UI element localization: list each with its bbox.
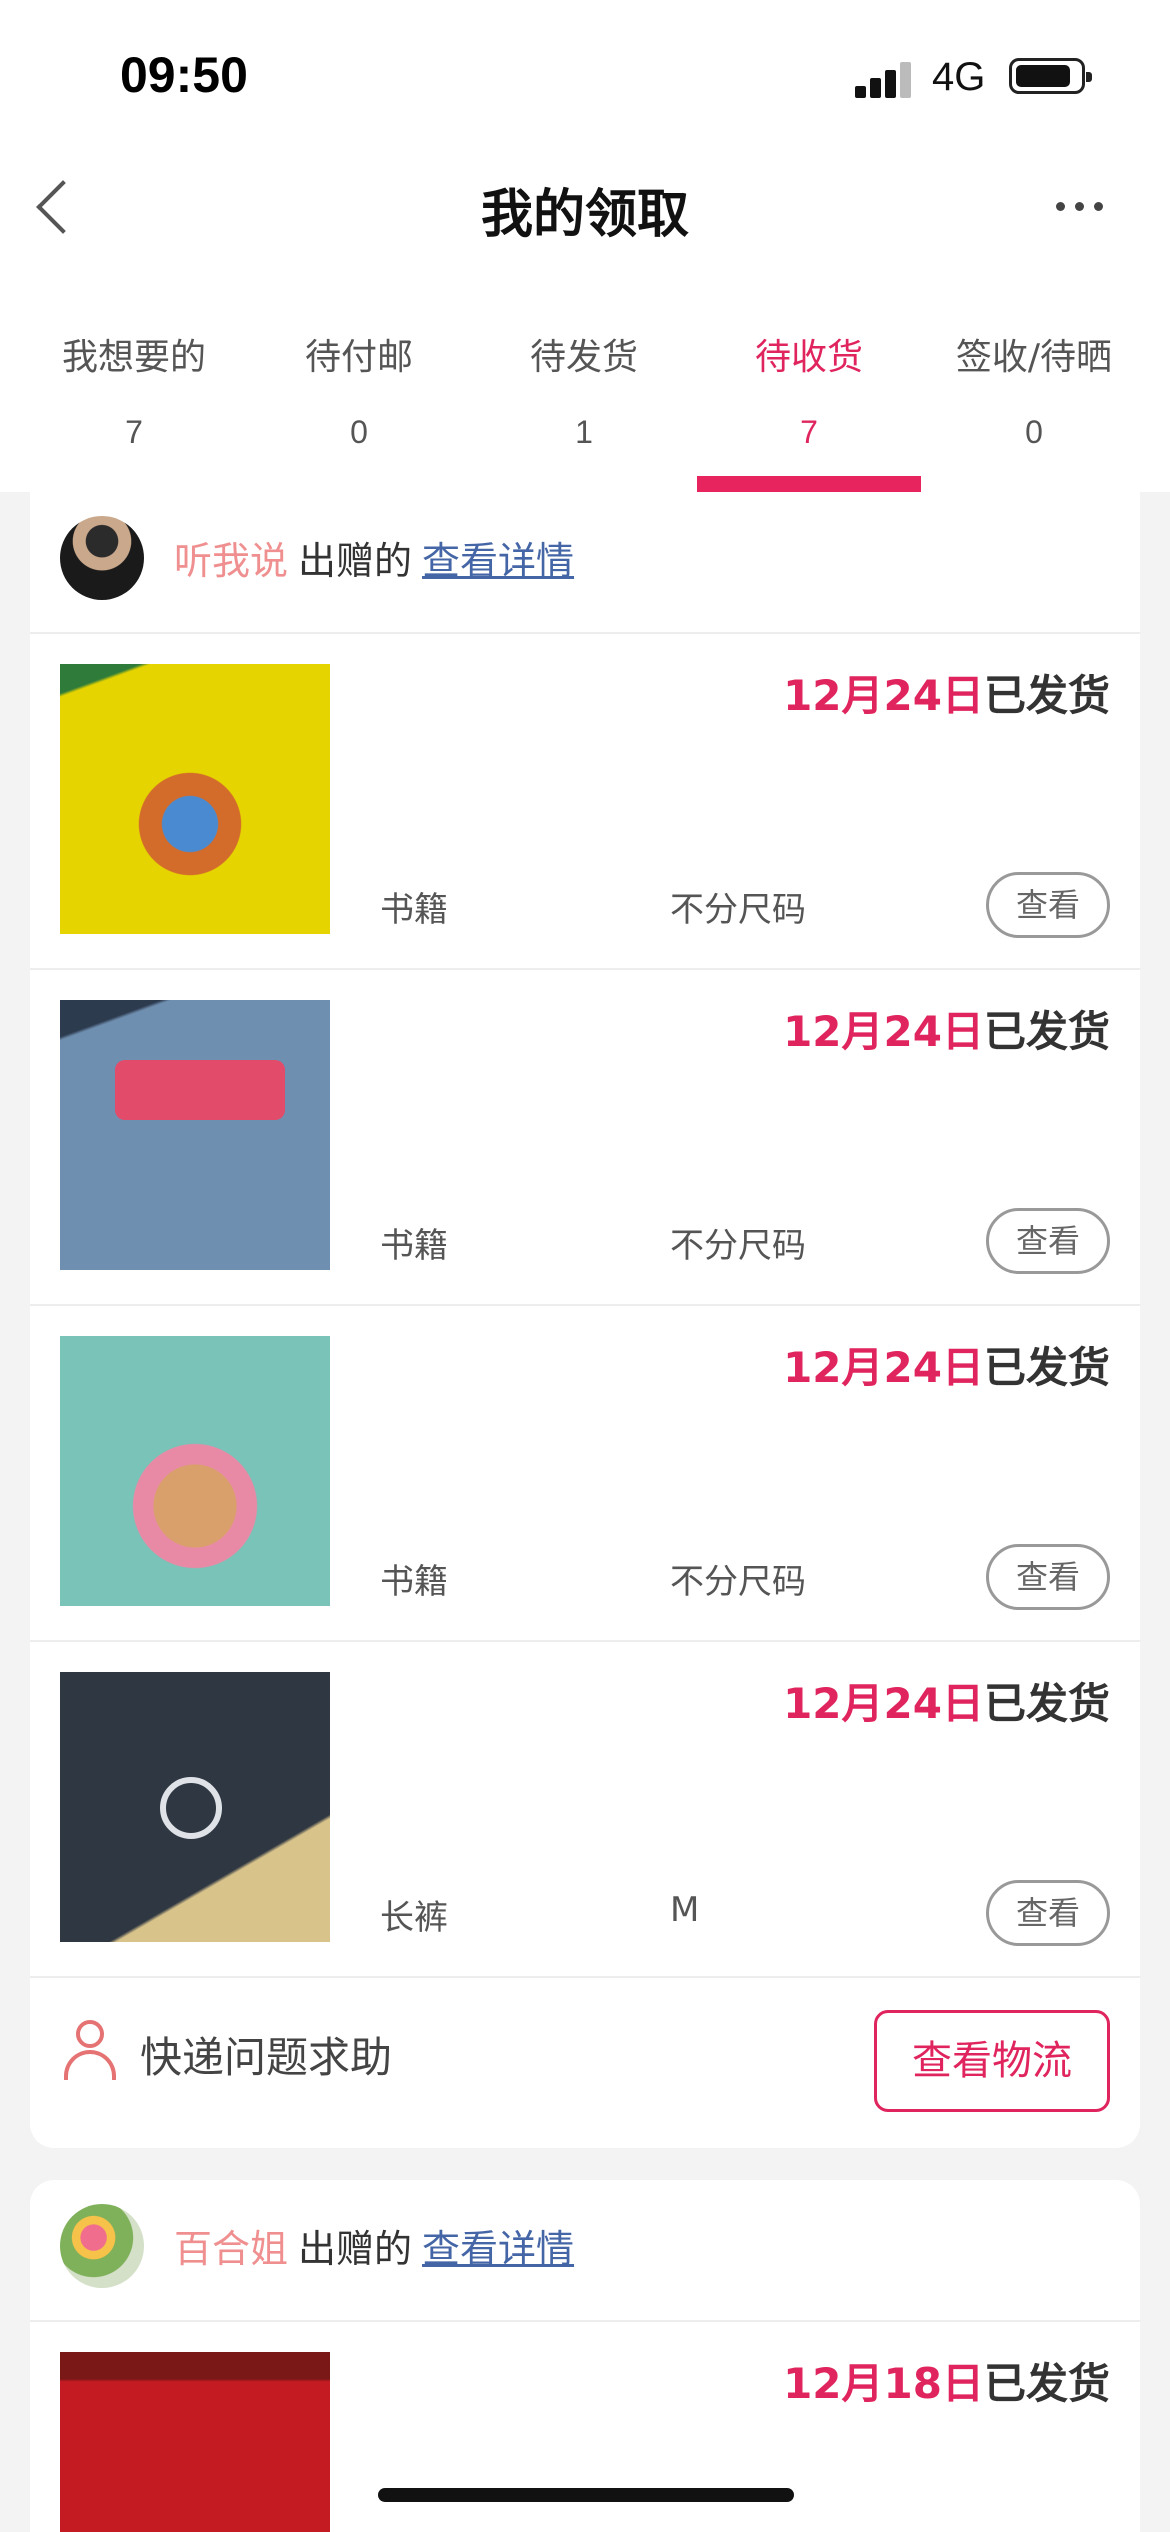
battery-icon bbox=[1009, 58, 1092, 94]
tab-label: 待付邮 bbox=[304, 337, 413, 378]
owner-name[interactable]: 听我说 bbox=[174, 539, 288, 583]
ship-date: 12月24日 bbox=[783, 671, 984, 720]
tab-count: 1 bbox=[575, 414, 593, 450]
order-item[interactable]: 12月24日已发货 书籍 不分尺码 查看 bbox=[30, 1306, 1140, 1642]
more-icon[interactable] bbox=[1050, 190, 1110, 220]
item-image[interactable] bbox=[60, 1672, 330, 1942]
tab-label: 待发货 bbox=[529, 337, 638, 378]
page-title: 我的领取 bbox=[480, 185, 689, 245]
avatar[interactable] bbox=[60, 2204, 144, 2288]
ship-status: 12月24日已发货 bbox=[783, 1670, 1110, 1731]
order-card: 听我说 出赠的 查看详情 12月24日已发货 书籍 不分尺码 查看 12月24日已发… bbox=[30, 492, 1140, 2148]
item-size: 不分尺码 bbox=[670, 1562, 806, 1602]
item-image[interactable] bbox=[60, 664, 330, 934]
top-area: 09:50 4G 我的领取 我想要的 7 待付邮 0 待发货 1 待收货 7 签… bbox=[0, 0, 1170, 492]
tab-pending-receipt[interactable]: 待收货 7 bbox=[697, 310, 921, 492]
tab-pending-shipment[interactable]: 待发货 1 bbox=[472, 310, 696, 492]
ship-state: 已发货 bbox=[983, 1679, 1110, 1728]
status-time: 09:50 bbox=[120, 47, 248, 103]
owner-name[interactable]: 百合姐 bbox=[174, 2227, 288, 2271]
tab-bar: 我想要的 7 待付邮 0 待发货 1 待收货 7 签收/待晒 0 bbox=[0, 310, 1170, 492]
tab-wanted[interactable]: 我想要的 7 bbox=[22, 310, 246, 492]
view-button[interactable]: 查看 bbox=[986, 1880, 1110, 1946]
network-type: 4G bbox=[932, 55, 986, 99]
item-category: 书籍 bbox=[380, 1562, 448, 1602]
item-image[interactable] bbox=[60, 2352, 330, 2532]
item-category: 长裤 bbox=[380, 1898, 448, 1938]
ship-state: 已发货 bbox=[983, 1007, 1110, 1056]
item-size: M bbox=[670, 1890, 700, 1930]
item-category: 书籍 bbox=[380, 890, 448, 930]
person-icon[interactable] bbox=[64, 2020, 116, 2080]
delivery-help-link[interactable]: 快递问题求助 bbox=[140, 2024, 392, 2085]
gave-text: 出赠的 bbox=[298, 539, 413, 583]
ship-status: 12月24日已发货 bbox=[783, 1334, 1110, 1395]
view-button[interactable]: 查看 bbox=[986, 1208, 1110, 1274]
owner-row: 百合姐 出赠的 查看详情 bbox=[30, 2180, 1140, 2322]
view-details-link[interactable]: 查看详情 bbox=[422, 539, 574, 583]
tab-signed[interactable]: 签收/待晒 0 bbox=[922, 310, 1146, 492]
item-category: 书籍 bbox=[380, 1226, 448, 1266]
order-card: 百合姐 出赠的 查看详情 12月18日已发货 bbox=[30, 2180, 1140, 2532]
ship-date: 12月24日 bbox=[783, 1679, 984, 1728]
item-size: 不分尺码 bbox=[670, 890, 806, 930]
tab-label: 签收/待晒 bbox=[955, 337, 1113, 378]
ship-state: 已发货 bbox=[983, 2359, 1110, 2408]
view-button[interactable]: 查看 bbox=[986, 1544, 1110, 1610]
gave-text: 出赠的 bbox=[298, 2227, 413, 2271]
ship-date: 12月24日 bbox=[783, 1007, 984, 1056]
tab-count: 0 bbox=[350, 414, 368, 450]
ship-status: 12月18日已发货 bbox=[783, 2350, 1110, 2411]
tab-count: 7 bbox=[800, 414, 818, 450]
tab-pending-postage[interactable]: 待付邮 0 bbox=[247, 310, 471, 492]
order-item[interactable]: 12月24日已发货 长裤 M 查看 bbox=[30, 1642, 1140, 1978]
ship-status: 12月24日已发货 bbox=[783, 662, 1110, 723]
owner-row: 听我说 出赠的 查看详情 bbox=[30, 492, 1140, 634]
item-image[interactable] bbox=[60, 1000, 330, 1270]
nav-bar: 我的领取 bbox=[0, 150, 1170, 260]
owner-line: 听我说 出赠的 查看详情 bbox=[174, 530, 574, 585]
status-bar: 09:50 4G bbox=[0, 0, 1170, 150]
view-details-link[interactable]: 查看详情 bbox=[422, 2227, 574, 2271]
order-item[interactable]: 12月24日已发货 书籍 不分尺码 查看 bbox=[30, 970, 1140, 1306]
view-logistics-button[interactable]: 查看物流 bbox=[874, 2010, 1110, 2112]
ship-status: 12月24日已发货 bbox=[783, 998, 1110, 1059]
view-button[interactable]: 查看 bbox=[986, 872, 1110, 938]
avatar[interactable] bbox=[60, 516, 144, 600]
item-size: 不分尺码 bbox=[670, 1226, 806, 1266]
owner-line: 百合姐 出赠的 查看详情 bbox=[174, 2218, 574, 2273]
tab-indicator bbox=[697, 476, 921, 492]
tab-count: 0 bbox=[1025, 414, 1043, 450]
ship-state: 已发货 bbox=[983, 671, 1110, 720]
ship-state: 已发货 bbox=[983, 1343, 1110, 1392]
ship-date: 12月18日 bbox=[783, 2359, 984, 2408]
order-item[interactable]: 12月24日已发货 书籍 不分尺码 查看 bbox=[30, 634, 1140, 970]
signal-icon bbox=[855, 58, 915, 98]
item-image[interactable] bbox=[60, 1336, 330, 1606]
home-indicator[interactable] bbox=[378, 2488, 794, 2502]
tab-label: 待收货 bbox=[754, 337, 863, 378]
tab-count: 7 bbox=[125, 414, 143, 450]
ship-date: 12月24日 bbox=[783, 1343, 984, 1392]
order-footer: 快递问题求助 查看物流 bbox=[30, 1978, 1140, 2148]
tab-label: 我想要的 bbox=[61, 337, 206, 378]
